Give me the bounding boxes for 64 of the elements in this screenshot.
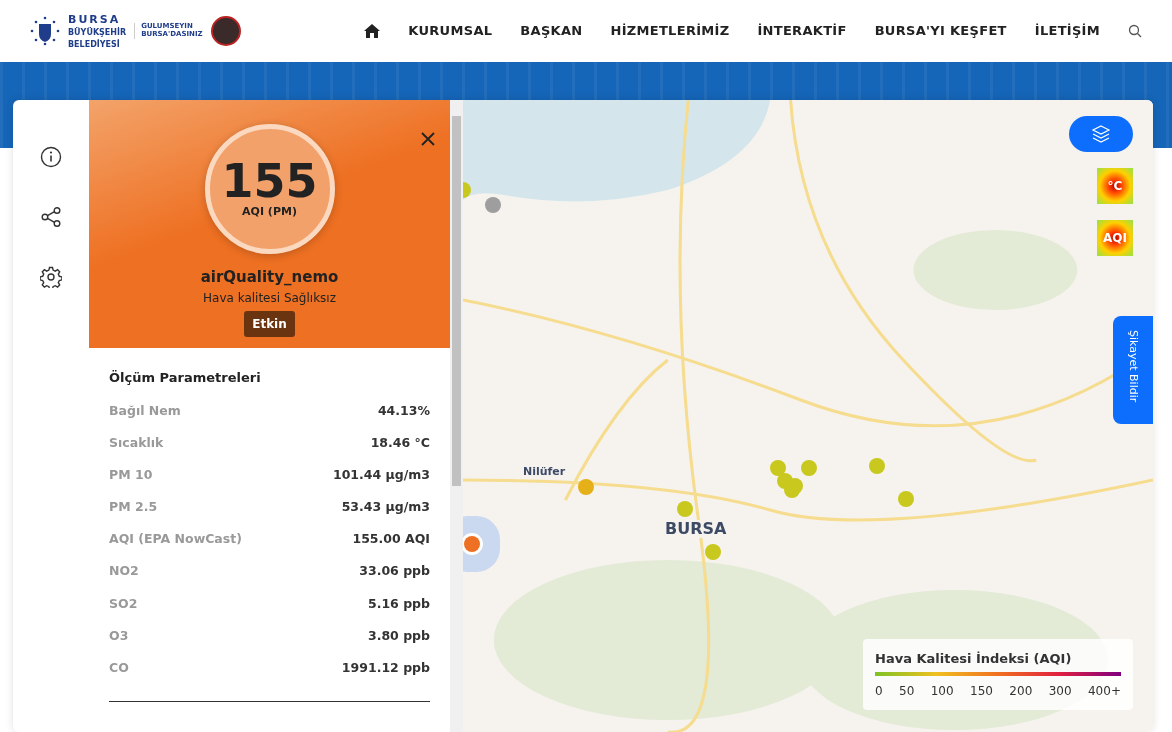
search-icon[interactable]	[1128, 24, 1142, 38]
logo-text: BELEDİYESİ	[68, 40, 121, 49]
settings-icon[interactable]	[40, 266, 62, 288]
layers-icon	[1091, 124, 1111, 144]
station-name: airQuality_nemo	[200, 267, 339, 288]
share-icon[interactable]	[40, 206, 62, 228]
scrollbar[interactable]	[450, 100, 463, 732]
heatmap-layer-button[interactable]: °C	[1097, 168, 1133, 204]
info-icon[interactable]	[40, 146, 62, 168]
parameter-value: 101.44 µg/m3	[332, 465, 430, 484]
parameter-value: 44.13%	[377, 401, 430, 420]
map-marker[interactable]	[578, 479, 594, 495]
nav-link[interactable]: BURSA'YI KEŞFET	[874, 21, 1007, 41]
station-status: Hava kalitesi Sağlıksız	[203, 289, 336, 307]
parameter-value: 155.00 AQI	[352, 530, 430, 549]
map-marker[interactable]	[898, 491, 914, 507]
legend-tick: 0	[875, 683, 883, 700]
logo-text: BÜYÜKŞEHİR	[68, 28, 127, 37]
aqi-label: AQI (PM)	[242, 203, 297, 220]
legend-tick: 50	[899, 683, 915, 700]
emblem-icon	[30, 16, 60, 46]
aqi-value: 155	[221, 157, 318, 204]
parameter-name: O3	[109, 626, 129, 645]
heatmap-layer-button[interactable]: AQI	[1097, 220, 1133, 256]
legend-tick: 400+	[1088, 683, 1121, 700]
map-marker[interactable]	[770, 460, 786, 476]
nav-link[interactable]: KURUMSAL	[408, 21, 493, 41]
layers-button[interactable]	[1069, 116, 1133, 152]
parameter-name: PM 10	[109, 465, 153, 484]
parameter-name: Bağıl Nem	[109, 401, 181, 420]
parameter-name: CO	[109, 659, 129, 677]
nav-link[interactable]: HİZMETLERİMİZ	[610, 21, 730, 41]
parameter-value: 53.43 µg/m3	[341, 498, 430, 517]
portrait-circle	[210, 16, 241, 46]
map-marker[interactable]	[801, 460, 817, 476]
parameter-name: SO2	[109, 594, 138, 613]
map-marker[interactable]	[677, 501, 693, 517]
map-marker[interactable]	[869, 458, 885, 474]
parameter-value: 33.06 ppb	[359, 562, 430, 581]
legend-tick: 200	[1009, 683, 1033, 700]
status-badge: Etkin	[244, 310, 295, 337]
home-icon[interactable]	[364, 24, 381, 38]
legend-tick: 300	[1048, 683, 1072, 700]
map-marker[interactable]	[705, 544, 721, 560]
logo-text: BURSA	[68, 13, 122, 25]
parameter-value: 18.46 °C	[370, 433, 430, 452]
legend-tick: 100	[930, 683, 954, 700]
parameter-name: NO2	[109, 562, 139, 581]
map-marker[interactable]	[485, 197, 501, 213]
parameter-name: Sıcaklık	[109, 433, 164, 452]
nav-link[interactable]: İNTERAKTİF	[757, 21, 847, 41]
section-title: Ölçüm Parametreleri	[109, 369, 262, 387]
parameter-value: 3.80 ppb	[367, 626, 430, 645]
parameter-value: 1991.12 ppb	[341, 659, 430, 677]
map-label: BURSA	[663, 520, 729, 538]
nav-link[interactable]: BAŞKAN	[520, 21, 583, 41]
parameter-name: AQI (EPA NowCast)	[109, 530, 242, 549]
parameter-name: PM 2.5	[109, 498, 158, 517]
map-marker[interactable]	[464, 536, 480, 552]
parameter-value: 5.16 ppb	[367, 594, 430, 613]
nav-link[interactable]: İLETİŞİM	[1034, 21, 1100, 41]
complaint-tab[interactable]: Şikayet Bildir	[1113, 316, 1153, 424]
legend-title: Hava Kalitesi İndeksi (AQI)	[875, 649, 1073, 668]
legend-tick: 150	[970, 683, 993, 700]
